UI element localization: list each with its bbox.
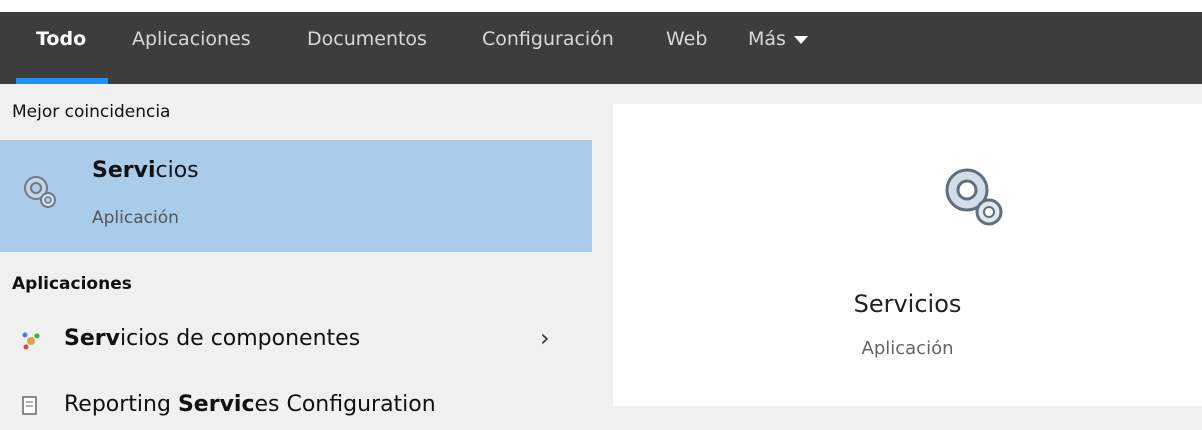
gears-icon [945, 168, 1003, 226]
tab-documentos[interactable]: Documentos [307, 28, 427, 50]
results-list: Mejor coincidencia Servicios Aplicación … [0, 84, 592, 417]
best-match-title-bold: Servi [92, 158, 156, 183]
document-icon [22, 396, 37, 415]
caret-down-icon [793, 35, 808, 44]
best-match-subtitle: Aplicación [92, 208, 179, 228]
list-item-label-rest: icios de componentes [119, 326, 361, 351]
list-item-label: Servicios de componentes [64, 326, 360, 351]
best-match-title: Servicios [92, 158, 199, 183]
best-match-heading: Mejor coincidencia [12, 102, 171, 122]
preview-title: Servicios [853, 290, 962, 318]
list-item-component-services[interactable]: Servicios de componentes › [0, 318, 592, 364]
component-services-icon [22, 332, 40, 350]
best-match-title-rest: cios [155, 158, 199, 183]
apps-heading-text: Aplicaciones [12, 274, 132, 294]
search-filter-bar: Todo Aplicaciones Documentos Configuraci… [0, 0, 1202, 84]
list-item-reporting-services[interactable]: Reporting Services Configuration [0, 384, 592, 430]
list-item-label-bold: Serv [64, 326, 120, 351]
preview-pane: Servicios Aplicación [613, 104, 1202, 406]
top-strip [0, 0, 1202, 12]
best-match-item[interactable]: Servicios Aplicación [0, 140, 592, 252]
chevron-right-icon[interactable]: › [540, 324, 550, 352]
gears-icon [24, 176, 56, 208]
list-item-label-bold: Servic [177, 392, 255, 417]
list-item-label-rest: es Configuration [254, 392, 436, 417]
tab-mas[interactable]: Más [748, 28, 808, 50]
apps-heading: Aplicaciones [12, 274, 132, 294]
tab-configuracion[interactable]: Configuración [482, 28, 614, 50]
tab-web[interactable]: Web [666, 28, 707, 50]
tab-todo[interactable]: Todo [36, 28, 86, 50]
tab-aplicaciones[interactable]: Aplicaciones [132, 28, 251, 50]
list-item-label-pre: Reporting [64, 392, 178, 417]
preview-subtitle: Aplicación [861, 338, 954, 359]
tab-mas-label: Más [748, 28, 786, 50]
list-item-label: Reporting Services Configuration [64, 392, 436, 417]
